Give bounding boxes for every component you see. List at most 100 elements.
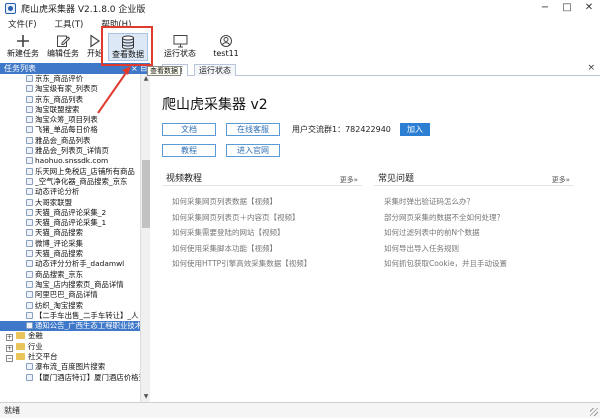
video-link[interactable]: 如何采集网页列表页＋内容页【视频】 — [162, 210, 362, 226]
task-item[interactable]: _空气净化器_商品搜索_京东 — [0, 177, 140, 187]
window-title: 爬山虎采集器 V2.1.8.0 企业版 — [21, 4, 146, 15]
task-item[interactable]: 动态评分分析手_dadamwl — [0, 259, 140, 269]
group-social[interactable]: − 社交平台 — [0, 352, 140, 363]
minimize-button[interactable]: − — [534, 0, 556, 16]
video-link[interactable]: 如何使用HTTP引擎高效采集数据【视频】 — [162, 256, 362, 272]
home-page: 爬山虎采集器 v2 文档 在线客服 用户交流群1：782422940 加入 教程… — [150, 76, 600, 402]
task-icon — [26, 95, 33, 103]
task-item[interactable]: 纺织_淘宝搜索 — [0, 301, 140, 311]
faq-link[interactable]: 如何抓包获取Cookie，并且手动设置 — [374, 256, 574, 272]
task-item[interactable]: 京东_商品评价 — [0, 74, 140, 84]
tutorial-button[interactable]: 教程 — [162, 144, 216, 157]
faq-link[interactable]: 如何过滤列表中的前N个数据 — [374, 225, 574, 241]
faq-panel-title: 常见问题 — [378, 174, 415, 184]
task-item[interactable]: 飞猪_单品每日价格 — [0, 125, 140, 135]
task-item[interactable]: 【二手车出售_二手车转让】_人 — [0, 311, 140, 321]
user-icon — [209, 33, 243, 49]
video-panel-title: 视频教程 — [166, 174, 203, 184]
task-icon — [26, 116, 33, 124]
task-item[interactable]: 大哥家联盟 — [0, 198, 140, 208]
expand-icon[interactable]: + — [6, 334, 13, 342]
task-icon — [26, 219, 33, 227]
user-account-button[interactable]: test11 — [209, 33, 243, 61]
new-task-button[interactable]: 新建任务 — [6, 33, 40, 61]
task-item[interactable]: 雅品会_商品列表 — [0, 136, 140, 146]
user-label: test11 — [213, 49, 239, 58]
task-item[interactable]: 天猫_商品评论采集_1 — [0, 218, 140, 228]
status-bar: 就绪 — [0, 402, 600, 418]
task-item[interactable]: 乐天网上免税店_店铺所有商品 — [0, 167, 140, 177]
video-more-link[interactable]: 更多» — [340, 173, 358, 187]
task-item[interactable]: 商品搜索_京东 — [0, 270, 140, 280]
official-site-button[interactable]: 进入官网 — [226, 144, 280, 157]
menu-bar: 文件(F) 工具(T) 帮助(H) — [0, 16, 600, 31]
task-icon — [26, 373, 33, 381]
task-icon — [26, 105, 33, 113]
task-item[interactable]: 淘宝级有家_列表页 — [0, 84, 140, 94]
task-icon — [26, 322, 33, 330]
online-service-button[interactable]: 在线客服 — [226, 123, 280, 136]
maximize-button[interactable]: □ — [556, 0, 578, 16]
task-item[interactable]: 淘宝众筹_项目列表 — [0, 115, 140, 125]
task-item-selected[interactable]: 通知公告_广西生态工程职业技术 — [0, 321, 140, 332]
task-item[interactable]: 【厦门酒店特订】厦门酒店价格查询 — [0, 373, 140, 383]
task-icon — [26, 177, 33, 185]
view-data-tooltip: 查看数据 — [147, 66, 181, 76]
task-item[interactable]: 微博_评论采集 — [0, 239, 140, 249]
task-item[interactable]: 淘宝_店内搜索页_商品详情 — [0, 280, 140, 290]
faq-link[interactable]: 采集时弹出验证码怎么办？ — [374, 194, 574, 210]
task-icon — [26, 188, 33, 196]
expand-icon[interactable]: + — [6, 344, 13, 352]
faq-link[interactable]: 如何导出导入任务规则 — [374, 241, 574, 257]
app-logo-icon — [5, 2, 16, 14]
task-item[interactable]: 阿里巴巴_商品详情 — [0, 290, 140, 300]
task-icon — [26, 136, 33, 144]
run-status-button[interactable]: 运行状态 — [160, 33, 200, 61]
tab-bar: 首页 运行状态 × — [150, 63, 600, 76]
task-list-title: 任务列表 — [4, 64, 36, 73]
faq-link[interactable]: 部分网页采集的数据不全如何处理？ — [374, 210, 574, 226]
task-item[interactable]: 天猫_商品评论采集_2 — [0, 208, 140, 218]
resize-grip-icon[interactable] — [590, 408, 598, 416]
close-window-button[interactable]: ✕ — [578, 0, 600, 16]
task-icon — [26, 260, 33, 268]
join-group-button[interactable]: 加入 — [400, 123, 430, 136]
video-link[interactable]: 如何使用采集脚本功能【视频】 — [162, 241, 362, 257]
video-panel-header: 视频教程 更多» — [162, 172, 362, 186]
new-task-label: 新建任务 — [7, 49, 39, 58]
collapse-icon[interactable]: − — [6, 355, 13, 363]
task-icon — [26, 75, 33, 82]
folder-icon — [16, 332, 25, 340]
task-list-scrollbar[interactable]: ▲ ▼ — [140, 74, 150, 402]
task-icon — [26, 291, 33, 299]
task-item[interactable]: 动态评论分析 — [0, 187, 140, 197]
task-icon — [26, 157, 33, 165]
tab-run-status[interactable]: 运行状态 — [194, 64, 236, 76]
video-link[interactable]: 如何采集需要登陆的网站【视频】 — [162, 225, 362, 241]
faq-more-link[interactable]: 更多» — [552, 173, 570, 187]
faq-panel: 常见问题 更多» 采集时弹出验证码怎么办？ 部分网页采集的数据不全如何处理？ 如… — [374, 172, 574, 294]
task-tree: 京东_商品评价 淘宝级有家_列表页 京东_商品列表 淘宝联盟搜索 淘宝众筹_项目… — [0, 74, 140, 402]
task-item[interactable]: 瀑布流_百度图片搜索 — [0, 362, 140, 372]
video-link[interactable]: 如何采集网页列表数据【视频】 — [162, 194, 362, 210]
group-finance[interactable]: + 金融 — [0, 331, 140, 342]
task-icon — [26, 280, 33, 288]
edit-task-button[interactable]: 编辑任务 — [46, 33, 80, 61]
task-item[interactable]: 雅品会_列表页_详情页 — [0, 146, 140, 156]
group-industry[interactable]: + 行业 — [0, 342, 140, 352]
menu-tools[interactable]: 工具(T) — [55, 18, 84, 30]
close-tab-icon[interactable]: × — [587, 63, 595, 73]
task-item[interactable]: 淘宝联盟搜索 — [0, 105, 140, 115]
scroll-thumb[interactable] — [142, 160, 150, 228]
task-icon — [26, 270, 33, 278]
task-icon — [26, 363, 33, 371]
task-item[interactable]: 京东_商品列表 — [0, 95, 140, 105]
task-icon — [26, 208, 33, 216]
menu-file[interactable]: 文件(F) — [8, 18, 37, 30]
task-item[interactable]: 天猫_商品搜索 — [0, 249, 140, 259]
docs-button[interactable]: 文档 — [162, 123, 216, 136]
task-item[interactable]: 天猫_商品搜索 — [0, 228, 140, 238]
highlight-box — [101, 26, 153, 66]
task-icon — [26, 311, 33, 319]
task-item[interactable]: haohuo.snssdk.com — [0, 156, 140, 166]
